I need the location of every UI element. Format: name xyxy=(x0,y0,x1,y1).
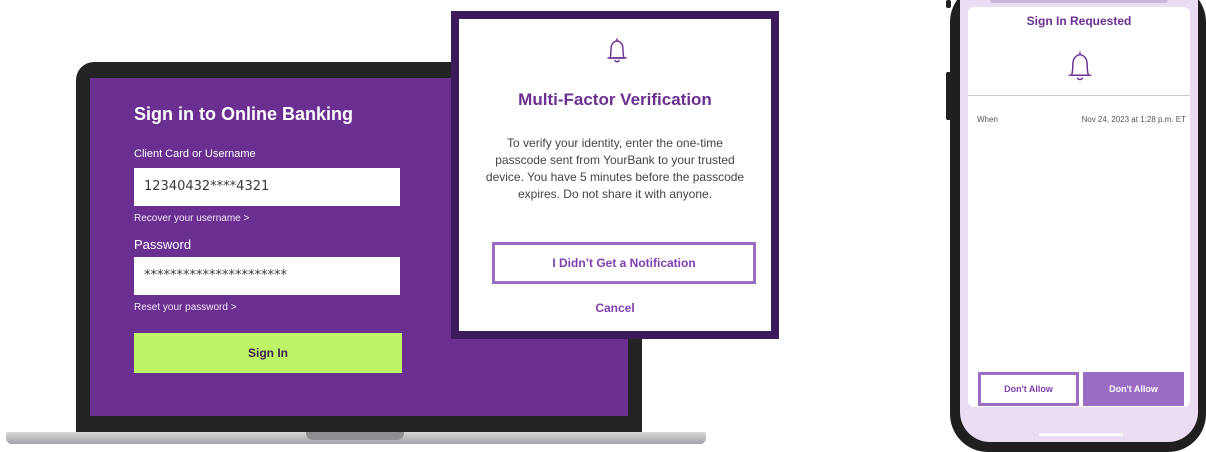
reset-password-link[interactable]: Reset your password > xyxy=(134,302,404,316)
cancel-link[interactable]: Cancel xyxy=(459,301,771,315)
password-label: Password xyxy=(134,237,192,252)
phone-side-button xyxy=(946,72,951,120)
dont-allow-solid-button[interactable]: Don't Allow xyxy=(1083,372,1184,406)
username-field[interactable]: 12340432****4321 xyxy=(134,168,400,206)
sign-in-request-card: Sign In Requested When Nov 24, 2023 at 1… xyxy=(968,7,1190,407)
modal-body-text: To verify your identity, enter the one-t… xyxy=(485,136,745,201)
mfa-modal: Multi-Factor Verification To verify your… xyxy=(451,11,779,339)
dont-allow-outline-button[interactable]: Don't Allow xyxy=(978,372,1079,406)
login-form: Sign in to Online Banking Client Card or… xyxy=(134,100,404,373)
divider xyxy=(968,95,1190,96)
home-indicator[interactable] xyxy=(1039,433,1123,436)
when-value: Nov 24, 2023 at 1:28 p.m. ET xyxy=(1081,115,1186,124)
request-title: Sign In Requested xyxy=(1026,14,1132,28)
bell-icon xyxy=(607,38,627,63)
username-label: Client Card or Username xyxy=(134,148,256,160)
no-notification-button[interactable]: I Didn’t Get a Notification xyxy=(492,242,756,284)
sign-in-button[interactable]: Sign In xyxy=(134,333,402,373)
bell-icon xyxy=(1068,51,1092,81)
laptop-hinge-notch xyxy=(306,432,404,440)
phone-screen: Sign In Requested When Nov 24, 2023 at 1… xyxy=(960,0,1198,442)
recover-username-link[interactable]: Recover your username > xyxy=(134,213,404,227)
modal-title: Multi-Factor Verification xyxy=(518,90,712,109)
status-bar-edge xyxy=(990,0,1168,3)
login-title: Sign in to Online Banking xyxy=(134,104,353,124)
when-label: When xyxy=(977,115,998,124)
password-field[interactable]: ********************** xyxy=(134,257,400,295)
phone-side-button xyxy=(946,0,951,8)
